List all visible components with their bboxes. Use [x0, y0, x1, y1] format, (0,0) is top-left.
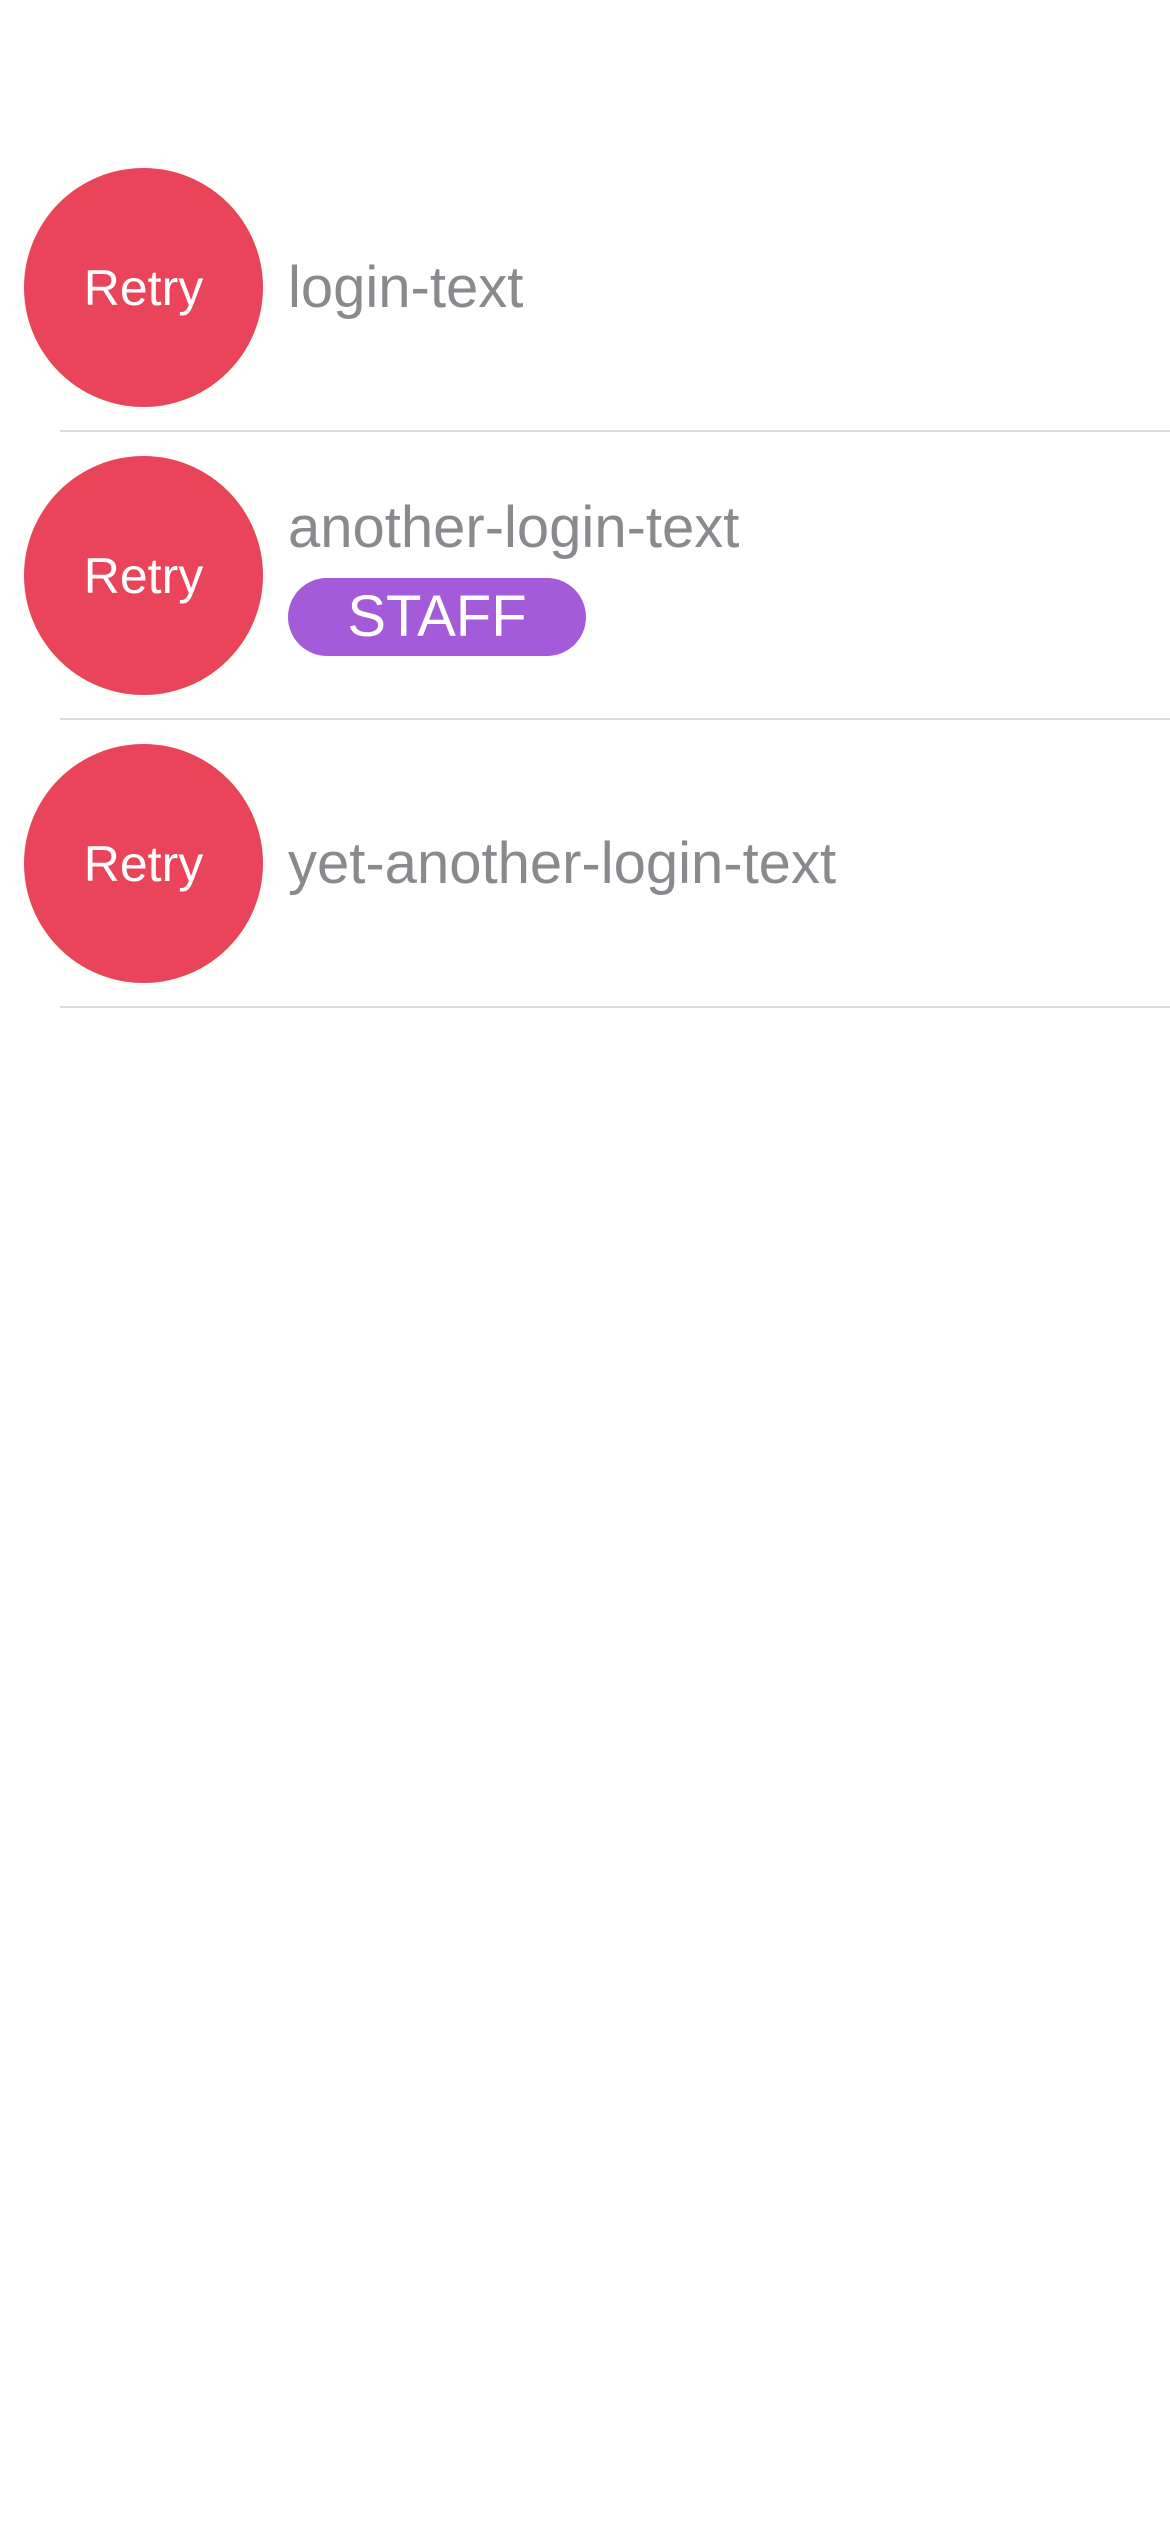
- account-details: login-text: [288, 144, 1170, 432]
- account-details: yet-another-login-text: [288, 720, 1170, 1008]
- account-row[interactable]: Retry another-login-text STAFF: [0, 432, 1170, 720]
- account-row[interactable]: Retry login-text: [0, 144, 1170, 432]
- login-label: login-text: [288, 255, 524, 321]
- login-label: another-login-text: [288, 495, 740, 561]
- account-row[interactable]: Retry yet-another-login-text: [0, 720, 1170, 1008]
- retry-button[interactable]: Retry: [24, 456, 263, 695]
- row-separator: [60, 1006, 1170, 1008]
- account-list: Retry login-text Retry another-login-tex…: [0, 144, 1170, 1008]
- staff-badge: STAFF: [288, 577, 586, 656]
- login-label: yet-another-login-text: [288, 831, 837, 897]
- account-details: another-login-text STAFF: [288, 432, 1170, 720]
- retry-button[interactable]: Retry: [24, 744, 263, 983]
- retry-button[interactable]: Retry: [24, 168, 263, 407]
